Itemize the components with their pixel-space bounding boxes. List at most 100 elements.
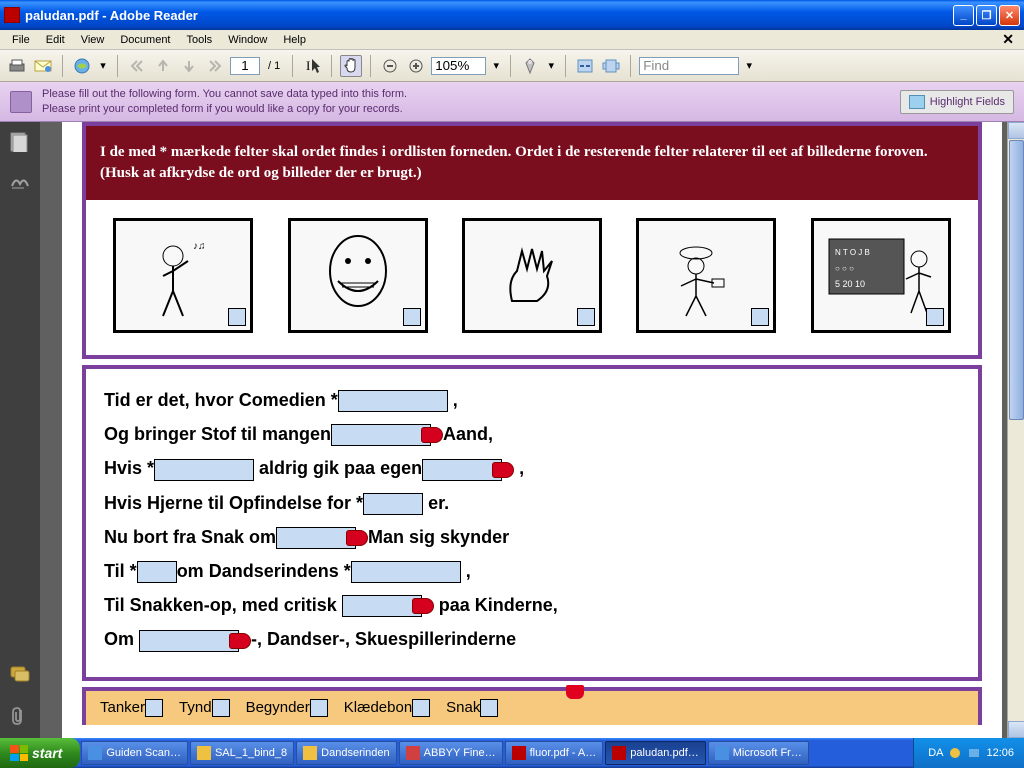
picture-5-checkbox[interactable] (926, 308, 944, 326)
next-page-button[interactable] (178, 55, 200, 77)
close-button[interactable]: ✕ (999, 5, 1020, 26)
taskbar-item[interactable]: Guiden Scan… (81, 741, 188, 765)
signatures-panel-icon[interactable] (10, 172, 30, 192)
main-area: I de med * mærkede felter skal ordet fin… (0, 122, 1024, 738)
blank-field[interactable] (331, 424, 431, 446)
menu-window[interactable]: Window (220, 32, 275, 48)
taskbar-item[interactable]: Microsoft Fr… (708, 741, 809, 765)
select-tool-button[interactable]: I (301, 55, 323, 77)
vertical-scrollbar[interactable] (1007, 122, 1024, 738)
menu-file[interactable]: File (4, 32, 38, 48)
taskbar-item[interactable]: ABBYY Fine… (399, 741, 503, 765)
text-fragment: er. (423, 493, 449, 513)
picture-4-checkbox[interactable] (751, 308, 769, 326)
taskbar-item[interactable]: Dandserinden (296, 741, 397, 765)
zoom-dropdown-icon[interactable]: ▾ (490, 55, 502, 77)
page-count-label: / 1 (264, 60, 284, 72)
blank-field[interactable] (342, 595, 422, 617)
form-notice-text: Please fill out the following form. You … (42, 87, 900, 116)
picture-2-checkbox[interactable] (403, 308, 421, 326)
taskbar-item[interactable]: SAL_1_bind_8 (190, 741, 294, 765)
zoom-level-input[interactable] (431, 57, 486, 75)
menu-help[interactable]: Help (275, 32, 314, 48)
find-dropdown-icon[interactable]: ▾ (743, 55, 755, 77)
tray-icon[interactable] (967, 746, 981, 760)
taskbar-item-active[interactable]: paludan.pdf… (605, 741, 706, 765)
note-icon[interactable] (566, 685, 584, 699)
close-doc-icon[interactable]: ✕ (994, 29, 1020, 50)
language-indicator[interactable]: DA (928, 747, 943, 759)
wordbank-checkbox[interactable] (145, 699, 163, 717)
clock[interactable]: 12:06 (986, 747, 1014, 759)
highlight-fields-icon (909, 95, 925, 109)
zoom-out-button[interactable] (379, 55, 401, 77)
blank-field[interactable] (137, 561, 177, 583)
toolbar-separator (62, 55, 63, 77)
document-viewport[interactable]: I de med * mærkede felter skal ordet fin… (40, 122, 1024, 738)
text-fragment: paa Kinderne, (434, 595, 558, 615)
wordbank-checkbox[interactable] (412, 699, 430, 717)
toolbar: ▾ / 1 I ▾ ▾ ▾ (0, 50, 1024, 82)
minimize-button[interactable]: _ (953, 5, 974, 26)
system-tray[interactable]: DA 12:06 (913, 738, 1024, 768)
key-icon (492, 462, 514, 478)
text-fragment: -, Dandser-, Skuespillerinderne (251, 629, 516, 649)
dropdown-icon[interactable]: ▾ (97, 55, 109, 77)
fill-in-text: Tid er det, hvor Comedien * , Og bringer… (86, 369, 978, 677)
window-titlebar: paludan.pdf - Adobe Reader _ ❐ ✕ (0, 0, 1024, 30)
fit-page-button[interactable] (600, 55, 622, 77)
wordbank-checkbox[interactable] (480, 699, 498, 717)
attachments-panel-icon[interactable] (10, 706, 30, 726)
last-page-button[interactable] (204, 55, 226, 77)
wordbank-checkbox[interactable] (212, 699, 230, 717)
text-frame: Tid er det, hvor Comedien * , Og bringer… (82, 365, 982, 681)
menu-document[interactable]: Document (112, 32, 178, 48)
sign-button[interactable] (519, 55, 541, 77)
comments-panel-icon[interactable] (10, 666, 30, 686)
blank-field[interactable] (139, 630, 239, 652)
scroll-up-button[interactable] (1008, 122, 1024, 139)
prev-page-button[interactable] (152, 55, 174, 77)
blank-field[interactable] (276, 527, 356, 549)
blank-field[interactable] (351, 561, 461, 583)
blank-field[interactable] (338, 390, 448, 412)
blank-field[interactable] (154, 459, 254, 481)
menu-view[interactable]: View (73, 32, 113, 48)
maximize-button[interactable]: ❐ (976, 5, 997, 26)
start-label: start (32, 745, 62, 761)
start-button[interactable]: start (0, 738, 80, 768)
first-page-button[interactable] (126, 55, 148, 77)
fit-width-button[interactable] (574, 55, 596, 77)
menu-edit[interactable]: Edit (38, 32, 73, 48)
page-number-input[interactable] (230, 57, 260, 75)
wordbank-word: Tynd (179, 699, 212, 716)
picture-3-checkbox[interactable] (577, 308, 595, 326)
blank-field[interactable] (363, 493, 423, 515)
form-frame: I de med * mærkede felter skal ordet fin… (82, 122, 982, 359)
taskbar-item[interactable]: fluor.pdf - A… (505, 741, 604, 765)
taskbar-item-label: fluor.pdf - A… (530, 747, 597, 759)
find-input[interactable] (639, 57, 739, 75)
windows-logo-icon (10, 745, 28, 761)
scroll-down-button[interactable] (1008, 721, 1024, 738)
tray-icon[interactable] (948, 746, 962, 760)
picture-5: N T O J B○ ○ ○5 20 10 (811, 218, 951, 333)
email-button[interactable] (32, 55, 54, 77)
text-fragment: om Dandserindens * (177, 561, 351, 581)
hand-tool-button[interactable] (340, 55, 362, 77)
toolbar-separator (292, 55, 293, 77)
highlight-fields-button[interactable]: Highlight Fields (900, 90, 1014, 114)
picture-1-checkbox[interactable] (228, 308, 246, 326)
wordbank-checkbox[interactable] (310, 699, 328, 717)
home-button[interactable] (71, 55, 93, 77)
text-fragment: Til Snakken-op, med critisk (104, 595, 342, 615)
dropdown-icon[interactable]: ▾ (545, 55, 557, 77)
print-button[interactable] (6, 55, 28, 77)
text-fragment: Til * (104, 561, 137, 581)
blank-field[interactable] (422, 459, 502, 481)
scroll-thumb[interactable] (1009, 140, 1024, 420)
zoom-in-button[interactable] (405, 55, 427, 77)
menu-tools[interactable]: Tools (179, 32, 221, 48)
pages-panel-icon[interactable] (10, 132, 30, 152)
wordbank-frame: Tanker Tynd Begynder Klædebon Snak (82, 687, 982, 725)
